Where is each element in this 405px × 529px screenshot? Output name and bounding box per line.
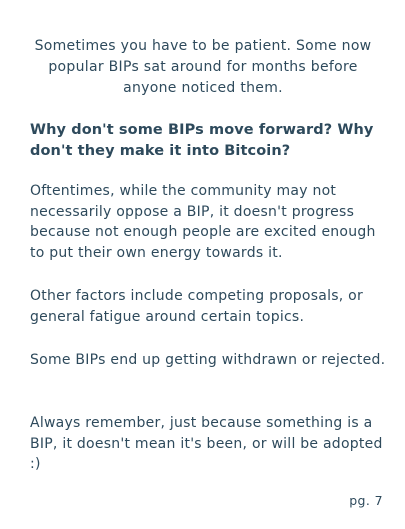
paragraph-withdrawn: Some BIPs end up getting withdrawn or re… <box>30 352 386 368</box>
intro-paragraph: Sometimes you have to be patient. Some n… <box>34 38 372 96</box>
paragraph-other-factors: Other factors include competing proposal… <box>30 288 364 325</box>
page: Sometimes you have to be patient. Some n… <box>0 0 405 529</box>
paragraph-remember: Always remember, just because something … <box>30 415 383 472</box>
section-heading: Why don't some BIPs move forward? Why do… <box>30 122 374 159</box>
page-number: pg. 7 <box>349 493 383 508</box>
paragraph-community: Oftentimes, while the community may not … <box>30 183 376 261</box>
